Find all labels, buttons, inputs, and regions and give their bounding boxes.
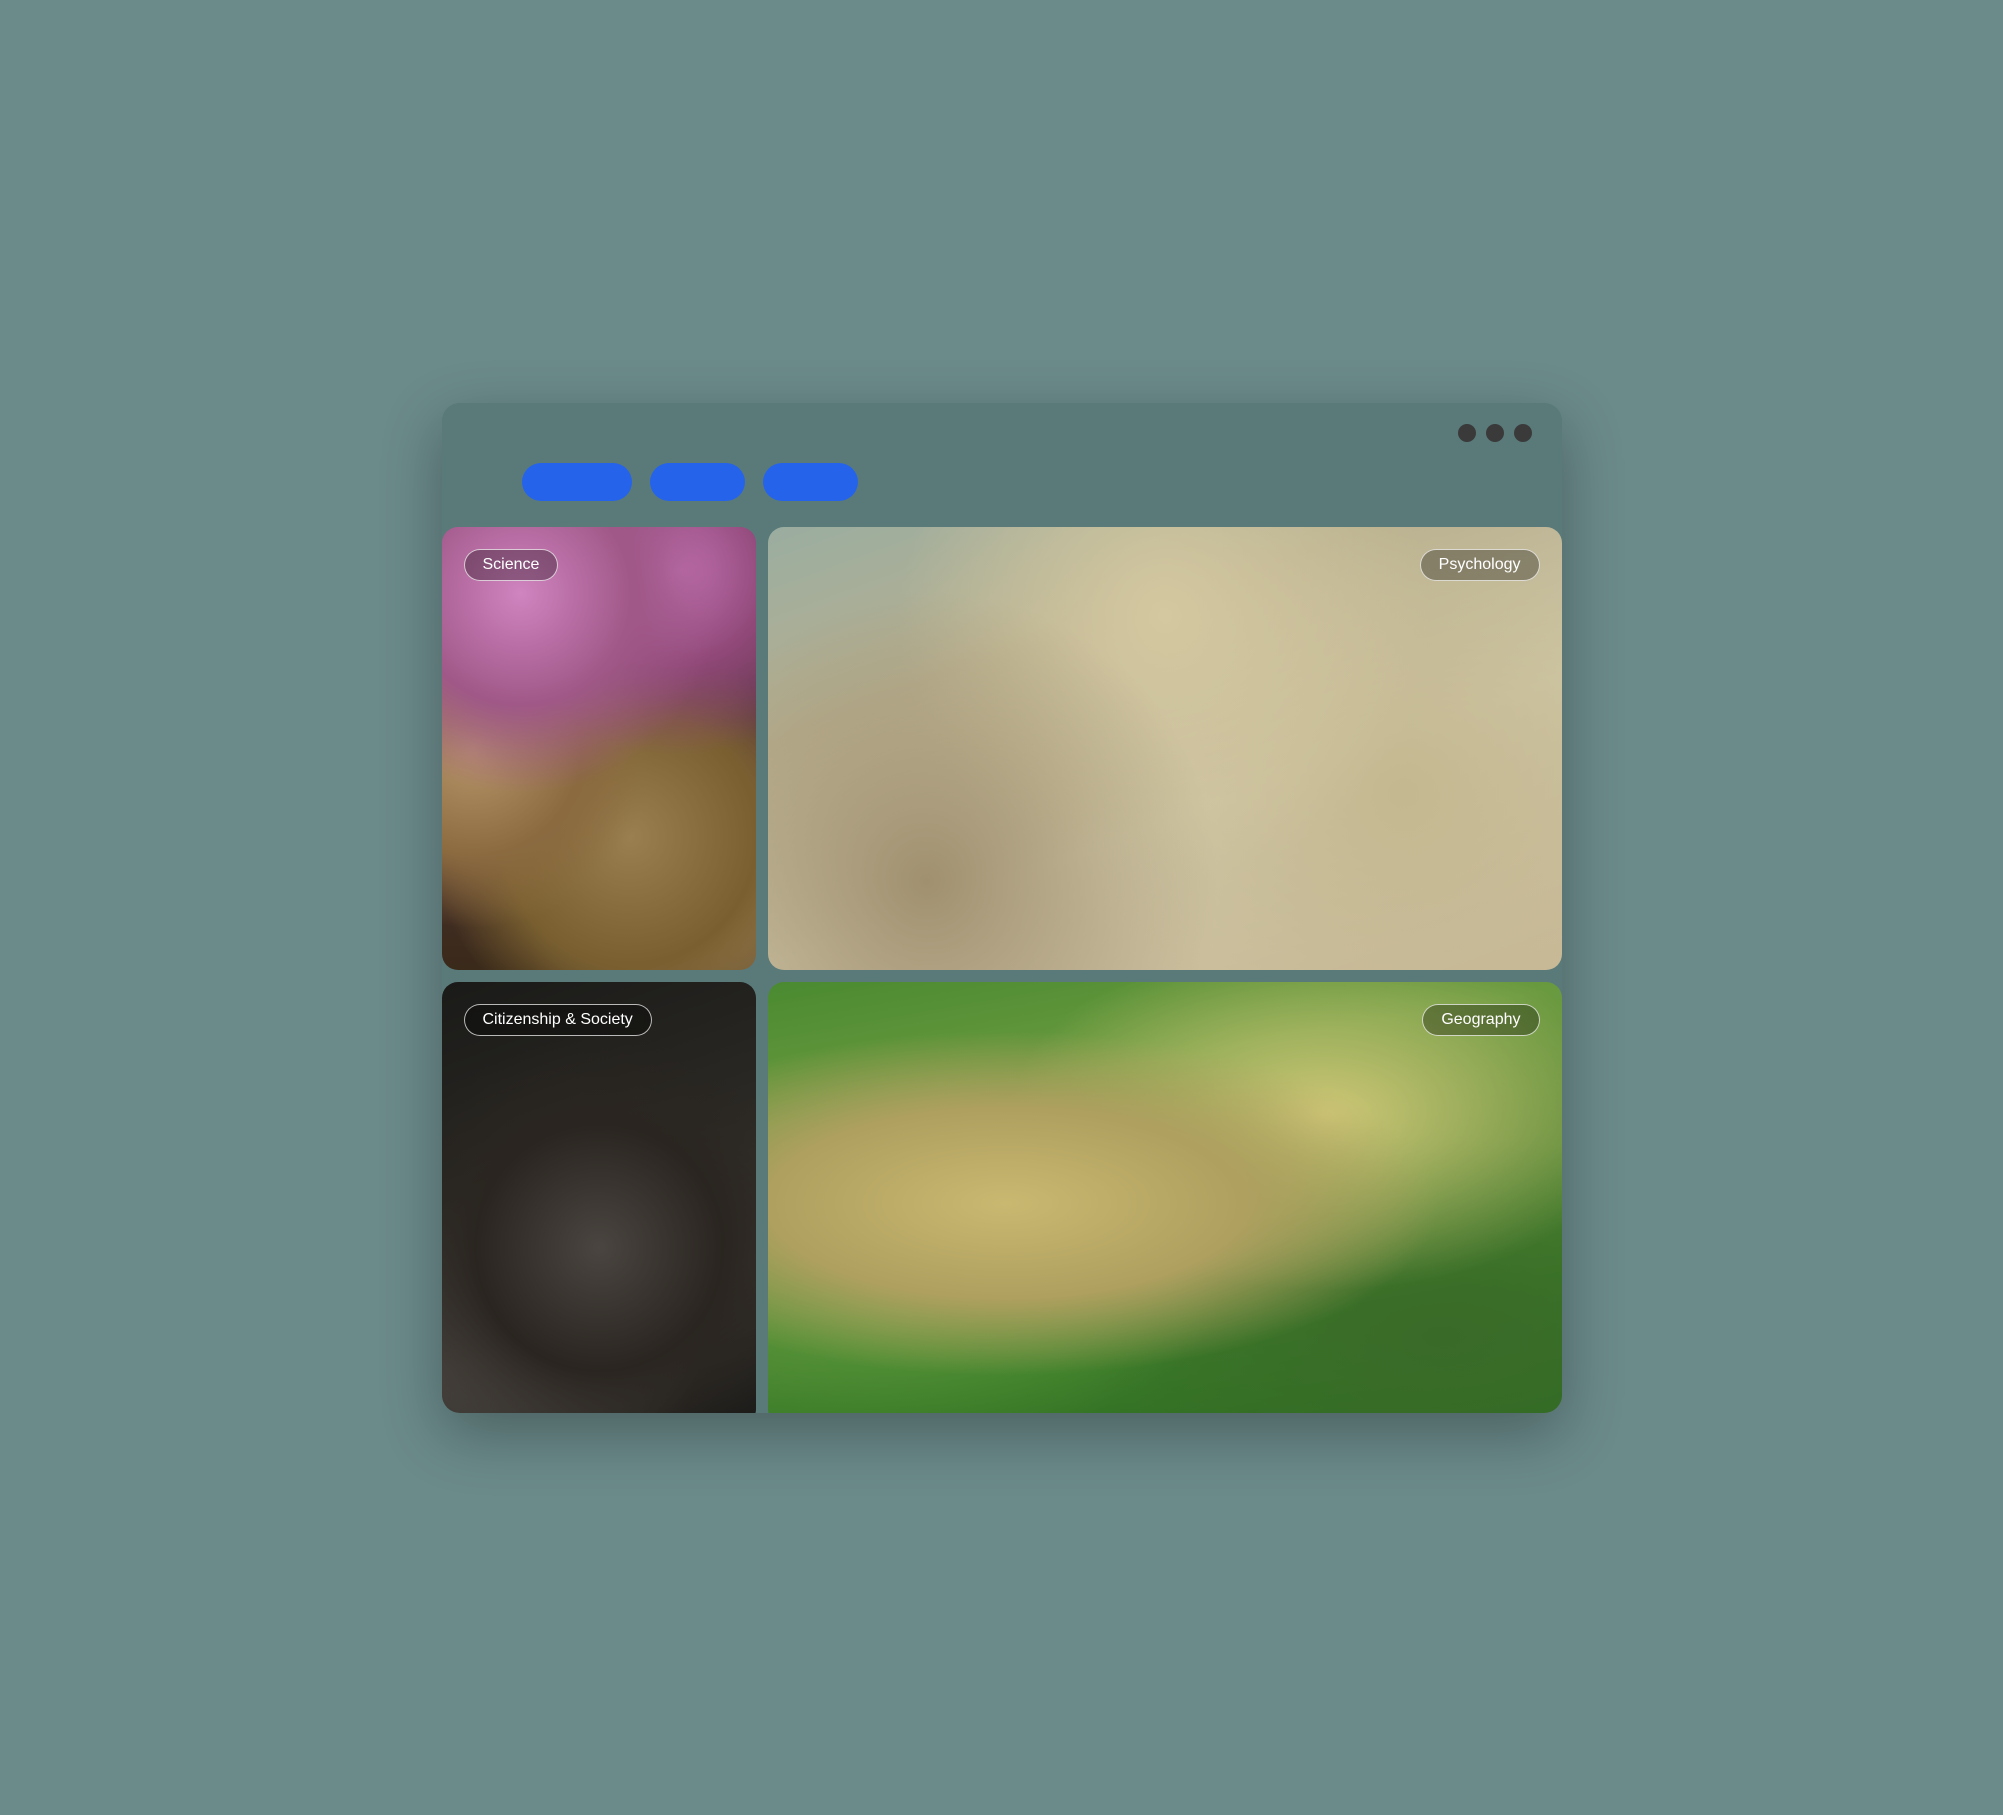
card-citizenship[interactable]: Citizenship & Society (442, 982, 756, 1413)
toolbar-button-3[interactable] (763, 463, 858, 501)
content-grid: Science Psychology Citizenship & Society (442, 521, 1562, 1413)
titlebar (442, 403, 1562, 463)
citizenship-badge: Citizenship & Society (464, 1004, 652, 1036)
window-control-dot-3[interactable] (1514, 424, 1532, 442)
geography-badge: Geography (1422, 1004, 1539, 1036)
toolbar (442, 463, 1562, 521)
card-geography[interactable]: Geography (768, 982, 1562, 1413)
toolbar-button-1[interactable] (522, 463, 632, 501)
window-control-dot-1[interactable] (1458, 424, 1476, 442)
card-science[interactable]: Science (442, 527, 756, 970)
window-control-dot-2[interactable] (1486, 424, 1504, 442)
card-psychology[interactable]: Psychology (768, 527, 1562, 970)
window-controls (1458, 424, 1532, 442)
psychology-badge: Psychology (1420, 549, 1540, 581)
browser-window: Science Psychology Citizenship & Society (442, 403, 1562, 1413)
toolbar-button-2[interactable] (650, 463, 745, 501)
science-badge: Science (464, 549, 559, 581)
